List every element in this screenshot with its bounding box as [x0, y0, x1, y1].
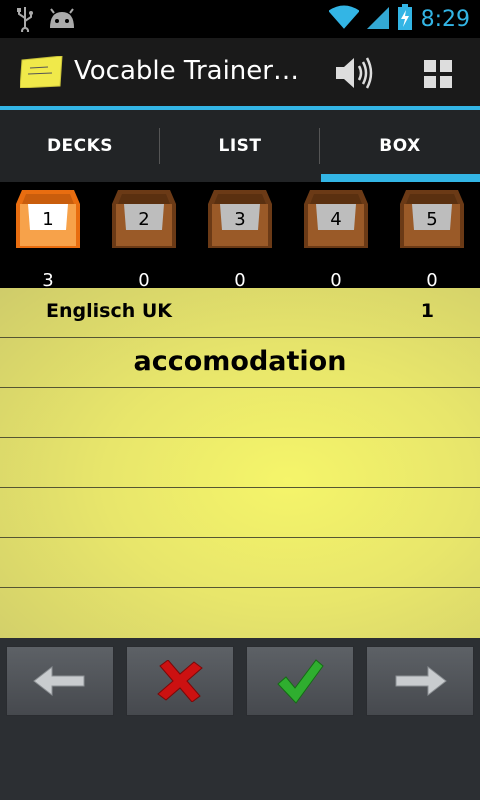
box-5-number: 5	[426, 209, 437, 230]
box-1[interactable]: 1 3	[16, 190, 80, 291]
deck-name: Englisch UK	[46, 300, 172, 322]
usb-icon	[16, 6, 34, 36]
box-1-drawer-icon: 1	[16, 190, 80, 248]
action-bar: Vocable Trainer…	[0, 38, 480, 106]
tab-list-label: LIST	[218, 136, 262, 156]
control-bar	[0, 638, 480, 800]
card-rule	[0, 337, 480, 338]
card-rule	[0, 587, 480, 588]
battery-charging-icon	[397, 4, 413, 34]
arrow-right-icon	[395, 665, 447, 697]
box-3-number: 3	[234, 209, 245, 230]
box-4-number: 4	[330, 209, 341, 230]
status-time: 8:29	[420, 6, 470, 32]
wifi-icon	[327, 5, 360, 33]
tab-decks[interactable]: DECKS	[0, 110, 160, 182]
flashcard[interactable]: Englisch UK 1 accomodation	[0, 288, 480, 638]
speaker-icon[interactable]	[334, 54, 374, 92]
box-3[interactable]: 3 0	[208, 190, 272, 291]
tab-box-label: BOX	[379, 136, 421, 156]
box-3-drawer-icon: 3	[208, 190, 272, 248]
box-5[interactable]: 5 0	[400, 190, 464, 291]
correct-button[interactable]	[246, 646, 354, 716]
card-rule	[0, 487, 480, 488]
box-4[interactable]: 4 0	[304, 190, 368, 291]
next-button[interactable]	[366, 646, 474, 716]
red-cross-icon	[157, 660, 203, 702]
deck-count: 1	[420, 300, 434, 322]
app-title: Vocable Trainer…	[74, 56, 299, 86]
box-5-drawer-icon: 5	[400, 190, 464, 248]
card-rule	[0, 387, 480, 388]
tab-decks-label: DECKS	[46, 136, 114, 156]
app-logo-icon[interactable]	[19, 55, 64, 89]
vocabulary-word: accomodation	[133, 346, 347, 377]
card-rule	[0, 437, 480, 438]
previous-button[interactable]	[6, 646, 114, 716]
android-debug-icon	[48, 8, 76, 34]
status-bar: 8:29	[0, 0, 480, 38]
tab-list[interactable]: LIST	[160, 110, 320, 182]
box-4-drawer-icon: 4	[304, 190, 368, 248]
box-2[interactable]: 2 0	[112, 190, 176, 291]
tab-bar: DECKS LIST BOX	[0, 110, 480, 182]
card-rule	[0, 537, 480, 538]
signal-icon	[366, 5, 389, 33]
green-check-icon	[277, 659, 324, 704]
tab-selected-indicator	[321, 174, 480, 182]
box-row: 1 3 2 0 3 0 4 0 5 0	[0, 182, 480, 291]
grid-icon[interactable]	[424, 60, 452, 88]
box-1-number: 1	[42, 209, 53, 230]
box-2-number: 2	[138, 209, 149, 230]
arrow-left-icon	[33, 665, 85, 697]
box-2-drawer-icon: 2	[112, 190, 176, 248]
wrong-button[interactable]	[126, 646, 234, 716]
tab-box[interactable]: BOX	[320, 110, 480, 182]
